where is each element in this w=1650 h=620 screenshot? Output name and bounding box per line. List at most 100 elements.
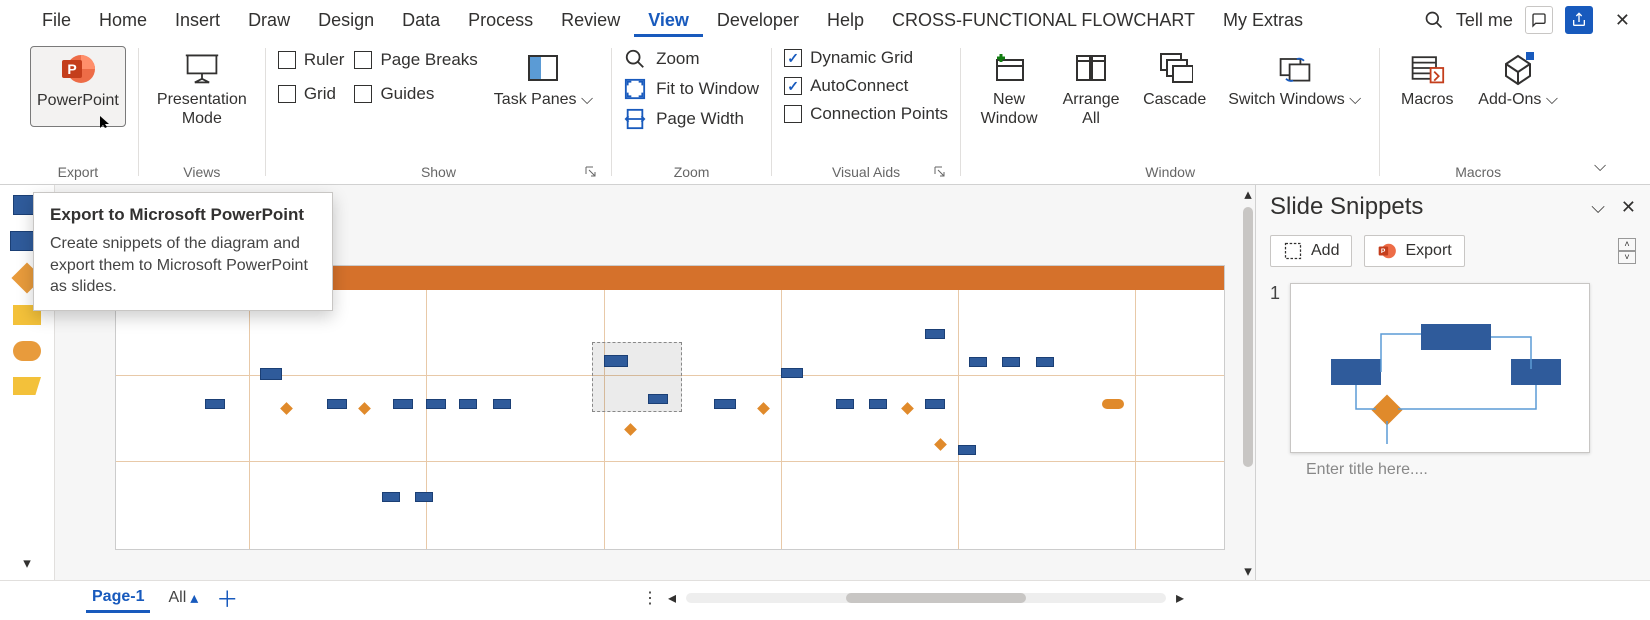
- page-tab-1[interactable]: Page-1: [86, 584, 150, 613]
- powerpoint-icon: P: [60, 51, 96, 87]
- guides-checkbox[interactable]: Guides: [354, 84, 477, 104]
- grid-label: Grid: [304, 84, 336, 104]
- add-page-button[interactable]: ＋: [216, 582, 238, 614]
- menu-help[interactable]: Help: [813, 4, 878, 37]
- stencil-rounded-shape[interactable]: [13, 341, 41, 361]
- all-pages-button[interactable]: All ▴: [168, 588, 198, 608]
- presentation-icon: [184, 50, 220, 86]
- stencil-flag-shape[interactable]: [13, 377, 41, 395]
- cascade-button[interactable]: Cascade: [1137, 46, 1212, 113]
- scroll-up-icon[interactable]: ▴: [1244, 185, 1252, 203]
- add-snippet-button[interactable]: Add: [1270, 235, 1352, 267]
- dynamic-grid-checkbox[interactable]: Dynamic Grid: [784, 48, 948, 68]
- menu-insert[interactable]: Insert: [161, 4, 234, 37]
- slide-item-1[interactable]: 1: [1270, 283, 1636, 453]
- comments-icon[interactable]: [1525, 6, 1553, 34]
- menu-home[interactable]: Home: [85, 4, 161, 37]
- menu-crossfunctional[interactable]: CROSS-FUNCTIONAL FLOWCHART: [878, 4, 1209, 37]
- panel-close-icon[interactable]: ✕: [1621, 197, 1636, 218]
- close-icon[interactable]: ✕: [1605, 10, 1640, 31]
- group-label-views: Views: [151, 162, 253, 182]
- zoom-button[interactable]: Zoom: [624, 48, 759, 70]
- hscroll-thumb[interactable]: [846, 593, 1026, 603]
- ribbon-collapse-icon[interactable]: ⌵: [1576, 150, 1624, 184]
- horizontal-scrollbar[interactable]: [686, 593, 1166, 603]
- autoconnect-label: AutoConnect: [810, 76, 908, 96]
- presentation-mode-button[interactable]: Presentation Mode: [151, 46, 253, 132]
- ribbon-group-export: P PowerPoint Export: [18, 40, 138, 184]
- slide-number: 1: [1270, 283, 1280, 453]
- fit-to-window-button[interactable]: Fit to Window: [624, 78, 759, 100]
- menu-bar: File Home Insert Draw Design Data Proces…: [0, 0, 1650, 40]
- task-panes-label: Task Panes ⌵: [494, 90, 593, 109]
- export-ppt-icon: P: [1377, 241, 1397, 261]
- macros-icon: [1409, 50, 1445, 86]
- menu-design[interactable]: Design: [304, 4, 388, 37]
- tooltip: Export to Microsoft PowerPoint Create sn…: [33, 192, 333, 311]
- menu-myextras[interactable]: My Extras: [1209, 4, 1317, 37]
- arrange-label: Arrange All: [1061, 90, 1121, 128]
- cursor-icon: [100, 116, 112, 128]
- grid-checkbox[interactable]: Grid: [278, 84, 345, 104]
- powerpoint-label: PowerPoint: [37, 91, 119, 110]
- search-icon[interactable]: [1424, 10, 1444, 30]
- new-window-icon: [991, 50, 1027, 86]
- task-panes-button[interactable]: Task Panes ⌵: [488, 46, 599, 113]
- visual-dialog-launcher-icon[interactable]: [934, 166, 948, 180]
- menu-file[interactable]: File: [28, 4, 85, 37]
- slide-list: 1 Enter title here....: [1256, 273, 1650, 580]
- slide-thumbnail[interactable]: [1290, 283, 1590, 453]
- arrange-all-icon: [1073, 50, 1109, 86]
- group-label-show: Show: [278, 162, 599, 182]
- show-dialog-launcher-icon[interactable]: [585, 166, 599, 180]
- scroll-down-icon[interactable]: ▾: [1244, 562, 1252, 580]
- ruler-checkbox[interactable]: Ruler: [278, 50, 345, 70]
- powerpoint-button[interactable]: P PowerPoint: [30, 46, 126, 127]
- add-icon: [1283, 241, 1303, 261]
- panel-collapse-icon[interactable]: ⌵: [1591, 197, 1605, 218]
- slide-snippets-panel: Slide Snippets ⌵ ✕ Add P Export ˄˅ 1: [1255, 185, 1650, 580]
- ribbon-group-zoom: Zoom Fit to Window Page Width Zoom: [612, 40, 771, 184]
- menu-review[interactable]: Review: [547, 4, 634, 37]
- macros-button[interactable]: Macros: [1392, 46, 1462, 113]
- zoom-icon: [624, 48, 646, 70]
- group-label-zoom: Zoom: [624, 162, 759, 182]
- menu-draw[interactable]: Draw: [234, 4, 304, 37]
- hscroll-right-icon[interactable]: ▸: [1176, 588, 1184, 608]
- ruler-label: Ruler: [304, 50, 345, 70]
- export-label: Export: [1405, 242, 1451, 260]
- hscroll-handle-icon[interactable]: ⋮: [642, 588, 658, 608]
- reorder-spinner[interactable]: ˄˅: [1618, 238, 1636, 264]
- new-window-button[interactable]: New Window: [973, 46, 1045, 132]
- scroll-thumb[interactable]: [1243, 207, 1253, 467]
- zoom-label: Zoom: [656, 49, 699, 69]
- hscroll-left-icon[interactable]: ◂: [668, 588, 676, 608]
- export-snippet-button[interactable]: P Export: [1364, 235, 1464, 267]
- ribbon-group-macros: Macros Add-Ons ⌵ Macros: [1380, 40, 1576, 184]
- vertical-scrollbar[interactable]: ▴ ▾: [1241, 185, 1255, 580]
- connection-points-checkbox[interactable]: Connection Points: [784, 104, 948, 124]
- menu-process[interactable]: Process: [454, 4, 547, 37]
- slide-title-input[interactable]: Enter title here....: [1270, 453, 1636, 487]
- pagebreaks-label: Page Breaks: [380, 50, 477, 70]
- connection-points-label: Connection Points: [810, 104, 948, 124]
- share-icon[interactable]: [1565, 6, 1593, 34]
- menu-developer[interactable]: Developer: [703, 4, 813, 37]
- addons-icon: [1500, 50, 1536, 86]
- group-label-window: Window: [973, 162, 1367, 182]
- switch-windows-button[interactable]: Switch Windows ⌵: [1222, 46, 1367, 113]
- ribbon-group-show: Ruler Grid Page Breaks Guides Task Panes…: [266, 40, 611, 184]
- ribbon-group-visual-aids: Dynamic Grid AutoConnect Connection Poin…: [772, 40, 960, 184]
- autoconnect-checkbox[interactable]: AutoConnect: [784, 76, 948, 96]
- page-width-button[interactable]: Page Width: [624, 108, 759, 130]
- menu-data[interactable]: Data: [388, 4, 454, 37]
- addons-button[interactable]: Add-Ons ⌵: [1472, 46, 1564, 113]
- menu-view[interactable]: View: [634, 4, 703, 37]
- stencil-more-icon[interactable]: ▾: [23, 554, 31, 572]
- pagebreaks-checkbox[interactable]: Page Breaks: [354, 50, 477, 70]
- group-label-export: Export: [30, 162, 126, 182]
- tell-me[interactable]: Tell me: [1456, 10, 1513, 31]
- arrange-all-button[interactable]: Arrange All: [1055, 46, 1127, 132]
- add-label: Add: [1311, 242, 1339, 260]
- cascade-icon: [1157, 50, 1193, 86]
